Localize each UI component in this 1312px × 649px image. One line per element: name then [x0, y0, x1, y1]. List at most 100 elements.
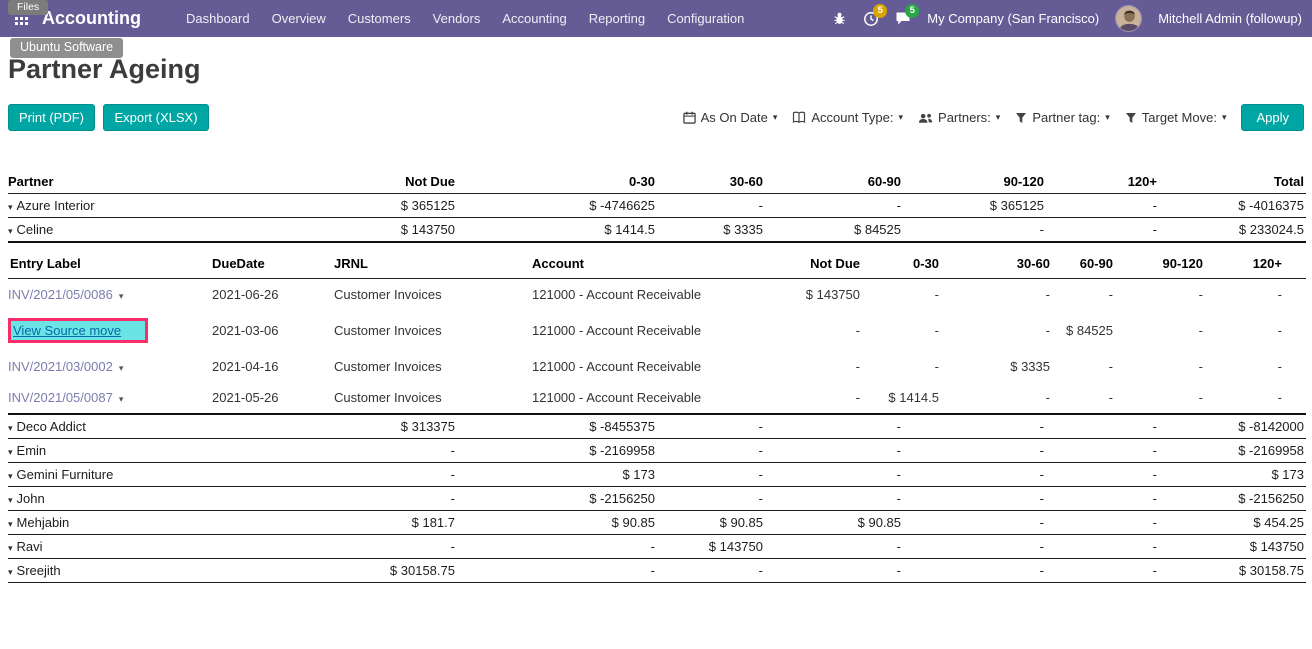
partner-name[interactable]: ▾Azure Interior [8, 194, 258, 218]
entry-line-row: View Source move2021-03-06Customer Invoi… [8, 310, 1306, 351]
filter-partner-tag[interactable]: Partner tag: ▾ [1015, 110, 1109, 125]
menu-item-vendors[interactable]: Vendors [422, 0, 492, 37]
collapse-caret-icon[interactable]: ▾ [8, 496, 13, 506]
messages-icon[interactable]: 5 [895, 11, 911, 26]
partner-row: ▾John-$ -2156250----$ -2156250 [8, 487, 1306, 511]
menu-item-accounting[interactable]: Accounting [491, 0, 577, 37]
invoice-link[interactable]: INV/2021/05/0086 [8, 287, 113, 302]
column-header-not-due: Not Due [258, 170, 457, 194]
amount-cell: - [765, 535, 903, 559]
filter-partners[interactable]: Partners:▾ [918, 110, 1000, 125]
amount-cell: - [770, 310, 862, 351]
actions-row: Print (PDF) Export (XLSX) As On Date▾Acc… [8, 104, 1304, 131]
funnel-icon [1125, 112, 1137, 124]
invoice-link[interactable]: INV/2021/05/0087 [8, 390, 113, 405]
filter-target-move[interactable]: Target Move:▾ [1125, 110, 1227, 125]
app-name[interactable]: Accounting [42, 8, 141, 29]
amount-cell: - [1052, 351, 1115, 382]
amount-cell: - [903, 535, 1046, 559]
collapse-caret-icon[interactable]: ▾ [8, 227, 13, 237]
partner-name[interactable]: ▾Emin [8, 439, 258, 463]
partner-name[interactable]: ▾Celine [8, 218, 258, 243]
partner-name[interactable]: ▾Mehjabin [8, 511, 258, 535]
amount-cell: - [657, 463, 765, 487]
collapse-caret-icon[interactable]: ▾ [8, 520, 13, 530]
amount-cell: $ 143750 [657, 535, 765, 559]
filter-label: Partner tag: [1032, 110, 1100, 125]
collapse-caret-icon[interactable]: ▾ [8, 203, 13, 213]
menu-item-configuration[interactable]: Configuration [656, 0, 755, 37]
menu-item-reporting[interactable]: Reporting [578, 0, 656, 37]
collapse-caret-icon[interactable]: ▾ [8, 472, 13, 482]
amount-cell: - [765, 439, 903, 463]
amount-cell: - [862, 279, 941, 311]
caret-down-icon[interactable]: ▾ [119, 364, 124, 374]
partner-name[interactable]: ▾Sreejith [8, 559, 258, 583]
apply-button[interactable]: Apply [1241, 104, 1304, 131]
entry-column-header-entry-label: Entry Label [8, 243, 210, 279]
collapse-caret-icon[interactable]: ▾ [8, 568, 13, 578]
menu-item-overview[interactable]: Overview [261, 0, 337, 37]
filter-account-type[interactable]: Account Type:▾ [792, 110, 903, 125]
entry-line-row: INV/2021/05/0087▾2021-05-26Customer Invo… [8, 382, 1306, 414]
debug-bug-icon[interactable] [832, 11, 847, 26]
partner-name[interactable]: ▾John [8, 487, 258, 511]
caret-down-icon[interactable]: ▾ [119, 395, 124, 405]
activity-clock-icon[interactable]: 5 [863, 11, 879, 27]
amount-cell: - [657, 439, 765, 463]
menu-item-customers[interactable]: Customers [337, 0, 422, 37]
partner-row: ▾Gemini Furniture-$ 173----$ 173 [8, 463, 1306, 487]
amount-cell: - [1052, 279, 1115, 311]
amount-cell: - [1046, 194, 1159, 218]
partner-name[interactable]: ▾Ravi [8, 535, 258, 559]
entry-lines-table: Entry LabelDueDateJRNLAccountNot Due0-30… [8, 243, 1306, 415]
amount-cell: $ -2169958 [457, 439, 657, 463]
ageing-table-top: PartnerNot Due0-3030-6060-9090-120120+To… [8, 170, 1306, 243]
amount-cell: - [1046, 511, 1159, 535]
amount-cell: - [903, 559, 1046, 583]
collapse-caret-icon[interactable]: ▾ [8, 544, 13, 554]
column-header-total: Total [1159, 170, 1306, 194]
user-menu[interactable]: Mitchell Admin (followup) [1158, 11, 1302, 26]
company-switcher[interactable]: My Company (San Francisco) [927, 11, 1099, 26]
amount-cell: $ 233024.5 [1159, 218, 1306, 243]
funnel-icon [1015, 112, 1027, 124]
amount-cell: $ 313375 [258, 415, 457, 439]
amount-cell: $ 3335 [941, 351, 1052, 382]
menu-item-dashboard[interactable]: Dashboard [175, 0, 261, 37]
os-files-tooltip: Files [8, 0, 48, 15]
invoice-link[interactable]: INV/2021/03/0002 [8, 359, 113, 374]
collapse-caret-icon[interactable]: ▾ [8, 424, 13, 434]
amount-cell: $ 454.25 [1159, 511, 1306, 535]
amount-cell: $ 90.85 [765, 511, 903, 535]
top-navbar: Accounting DashboardOverviewCustomersVen… [0, 0, 1312, 37]
caret-down-icon: ▾ [1105, 113, 1110, 123]
partner-name[interactable]: ▾Gemini Furniture [8, 463, 258, 487]
amount-cell: - [765, 194, 903, 218]
print-pdf-button[interactable]: Print (PDF) [8, 104, 95, 131]
partner-name[interactable]: ▾Deco Addict [8, 415, 258, 439]
amount-cell: - [1205, 382, 1306, 414]
filter-label: Partners: [938, 110, 991, 125]
journal-cell: Customer Invoices [332, 279, 530, 311]
column-header-60-90: 60-90 [765, 170, 903, 194]
view-source-move-link[interactable]: View Source move [8, 318, 148, 343]
avatar[interactable] [1115, 5, 1142, 32]
collapse-caret-icon[interactable]: ▾ [8, 448, 13, 458]
entry-line-row: INV/2021/05/0086▾2021-06-26Customer Invo… [8, 279, 1306, 311]
caret-down-icon[interactable]: ▾ [119, 292, 124, 302]
amount-cell: - [765, 463, 903, 487]
amount-cell: - [941, 382, 1052, 414]
entry-label-cell: INV/2021/03/0002 ▾ [8, 351, 210, 382]
amount-cell: - [862, 310, 941, 351]
export-xlsx-button[interactable]: Export (XLSX) [103, 104, 208, 131]
filter-label: As On Date [701, 110, 768, 125]
filter-as-on-date[interactable]: As On Date▾ [683, 110, 778, 125]
amount-cell: - [1046, 559, 1159, 583]
amount-cell: - [941, 310, 1052, 351]
amount-cell: $ -2169958 [1159, 439, 1306, 463]
entry-column-header-account: Account [530, 243, 770, 279]
amount-cell: - [765, 415, 903, 439]
amount-cell: - [1046, 218, 1159, 243]
filter-bar: As On Date▾Account Type:▾Partners:▾Partn… [683, 110, 1227, 125]
